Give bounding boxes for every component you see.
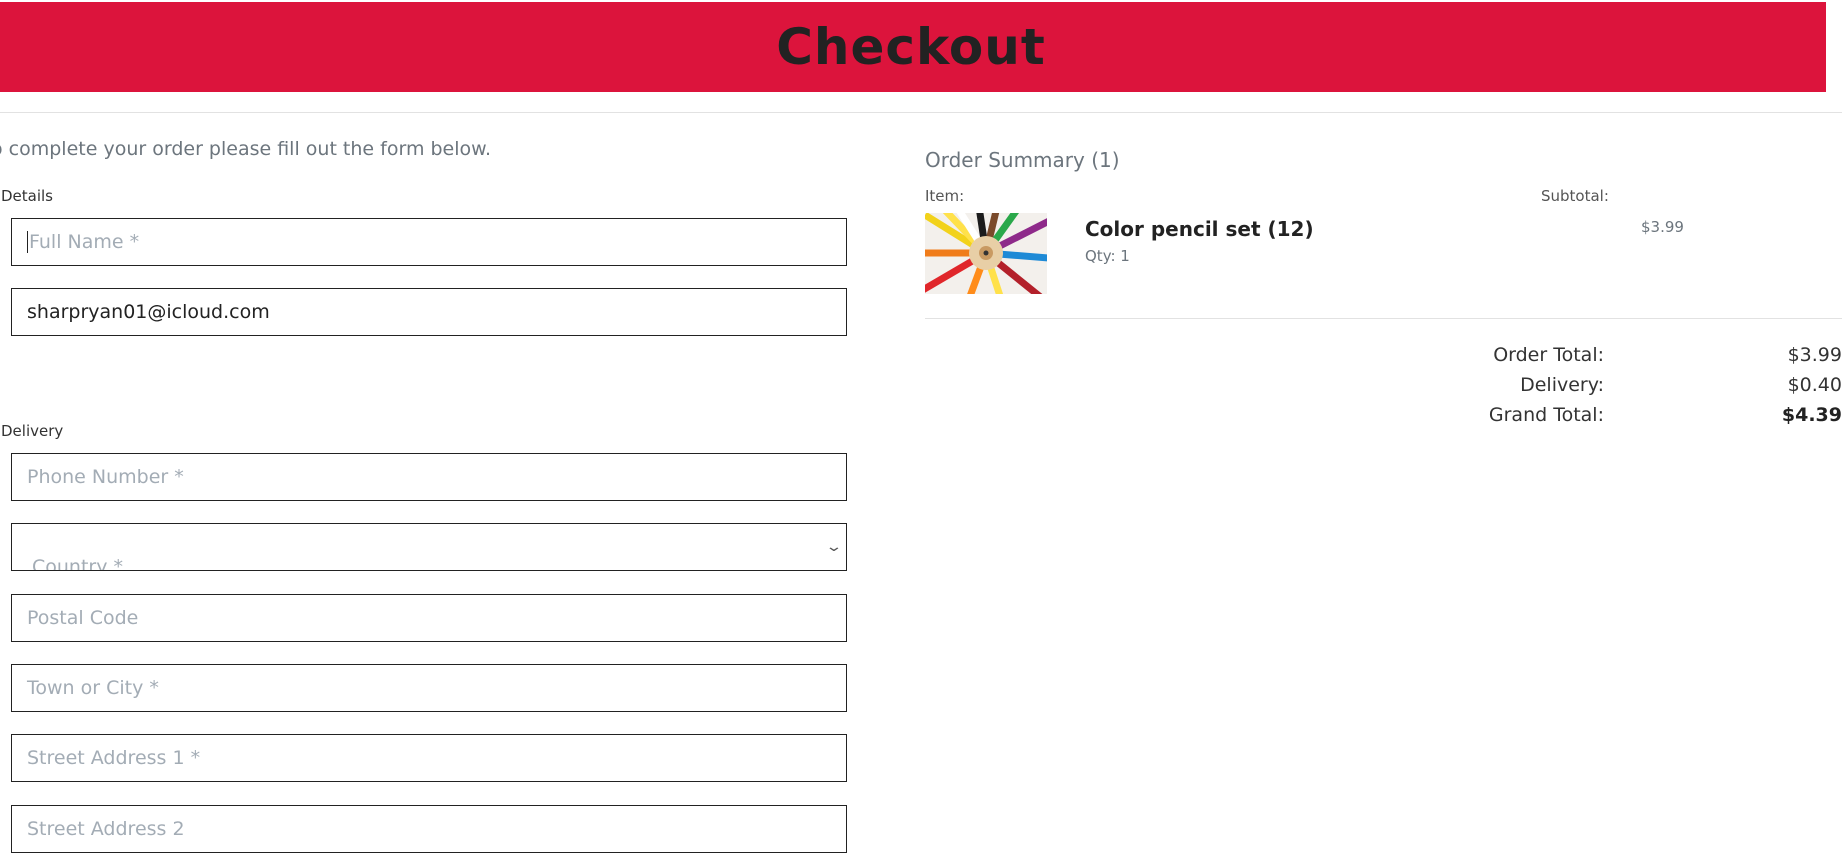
- delivery-cost-value: $0.40: [1787, 374, 1842, 396]
- item-quantity: Qty: 1: [1085, 247, 1130, 265]
- page-title: Checkout: [776, 18, 1046, 76]
- full-name-placeholder: Full Name *: [29, 231, 140, 253]
- delivery-section-label: Delivery: [1, 422, 64, 440]
- phone-number-input[interactable]: Phone Number *: [11, 453, 847, 501]
- email-input[interactable]: sharpryan01@icloud.com: [11, 288, 847, 336]
- phone-placeholder: Phone Number *: [27, 466, 184, 488]
- postal-code-input[interactable]: Postal Code: [11, 594, 847, 642]
- full-name-input[interactable]: Full Name *: [11, 218, 847, 266]
- delivery-cost-label: Delivery:: [1520, 374, 1604, 396]
- order-summary-title: Order Summary (1): [925, 148, 1120, 172]
- grand-total-label: Grand Total:: [1488, 404, 1604, 426]
- country-placeholder: Country *: [32, 556, 124, 571]
- product-thumbnail[interactable]: [925, 213, 1047, 294]
- town-city-input[interactable]: Town or City *: [11, 664, 847, 712]
- details-section-label: Details: [1, 187, 54, 205]
- header-divider: [0, 112, 1842, 113]
- postal-placeholder: Postal Code: [27, 607, 139, 629]
- form-intro-text: o complete your order please fill out th…: [0, 138, 491, 160]
- checkout-header: Checkout: [0, 2, 1826, 92]
- grand-total-value: $4.39: [1781, 404, 1842, 426]
- subtotal-column-header: Subtotal:: [1541, 187, 1609, 205]
- item-subtotal: $3.99: [1641, 218, 1684, 236]
- email-value: sharpryan01@icloud.com: [27, 301, 270, 323]
- summary-divider: [925, 318, 1842, 319]
- street2-placeholder: Street Address 2: [27, 818, 185, 840]
- street-address-1-input[interactable]: Street Address 1 *: [11, 734, 847, 782]
- item-name: Color pencil set (12): [1085, 217, 1314, 241]
- item-column-header: Item:: [925, 187, 965, 205]
- text-cursor: [27, 231, 28, 253]
- street1-placeholder: Street Address 1 *: [27, 747, 201, 769]
- street-address-2-input[interactable]: Street Address 2: [11, 805, 847, 853]
- country-select[interactable]: Country * ⌄: [11, 523, 847, 571]
- color-pencils-image: [925, 213, 1047, 294]
- order-total-label: Order Total:: [1493, 344, 1604, 366]
- order-total-value: $3.99: [1787, 344, 1842, 366]
- town-placeholder: Town or City *: [27, 677, 159, 699]
- chevron-down-icon: ⌄: [825, 539, 843, 555]
